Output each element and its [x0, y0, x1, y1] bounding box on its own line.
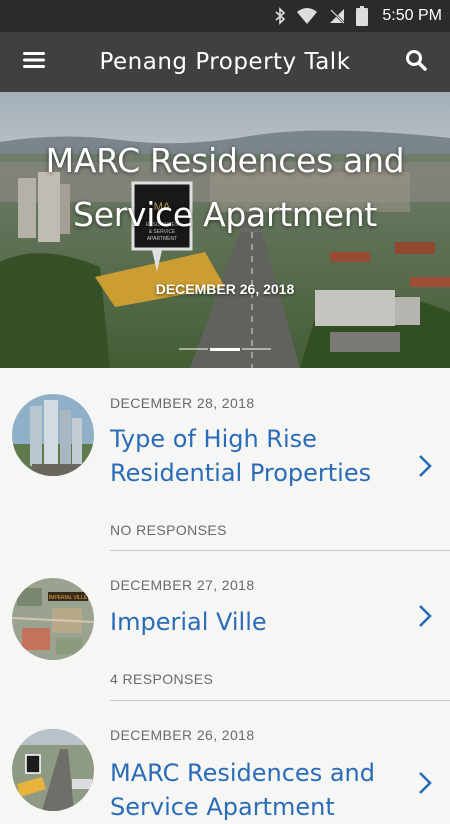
bluetooth-icon	[274, 7, 286, 25]
status-bar: 5:50 PM	[0, 0, 450, 32]
chevron-right-icon[interactable]	[418, 771, 432, 800]
slide-dot-2[interactable]	[210, 348, 240, 351]
menu-button[interactable]	[0, 32, 68, 92]
search-icon	[405, 49, 427, 76]
thumb-label: IMPERIAL VILLE	[49, 595, 88, 601]
post-thumbnail	[12, 729, 94, 811]
hero-title: MARC Residences and Service Apartment	[45, 141, 405, 234]
post-list: DECEMBER 28, 2018 Type of High Rise Resi…	[0, 368, 450, 821]
list-item[interactable]: IMPERIAL VILLE DECEMBER 27, 2018 Imperia…	[0, 551, 450, 701]
slide-dot-3[interactable]	[241, 348, 271, 350]
post-title[interactable]: MARC Residences and Service Apartment	[110, 756, 400, 824]
post-thumbnail	[12, 394, 94, 476]
post-responses[interactable]: 4 RESPONSES	[110, 671, 213, 687]
app-title: Penang Property Talk	[99, 49, 351, 75]
status-time: 5:50 PM	[382, 7, 442, 24]
post-responses[interactable]: NO RESPONSES	[110, 522, 227, 538]
battery-icon	[356, 6, 369, 26]
slider-indicator	[178, 348, 272, 352]
post-title[interactable]: Imperial Ville	[110, 589, 400, 639]
search-button[interactable]	[382, 32, 450, 92]
hamburger-menu-icon	[23, 51, 45, 74]
post-title-text[interactable]: Imperial Ville	[110, 605, 400, 639]
slide-dot-1[interactable]	[179, 348, 209, 350]
list-item[interactable]: DECEMBER 26, 2018 MARC Residences and Se…	[0, 701, 450, 821]
chevron-right-icon[interactable]	[418, 454, 432, 483]
hero-date: DECEMBER 26, 2018	[155, 281, 295, 297]
featured-post-slider[interactable]: MA RESIDENCES & SERVICE APARTMENT MARC R…	[0, 92, 450, 368]
post-date: DECEMBER 26, 2018	[110, 727, 255, 743]
post-title[interactable]: Type of High Rise Residential Properties	[110, 422, 400, 490]
app-bar: Penang Property Talk	[0, 32, 450, 92]
wifi-icon	[296, 7, 318, 25]
list-item[interactable]: DECEMBER 28, 2018 Type of High Rise Resi…	[0, 368, 450, 551]
no-signal-icon	[328, 7, 346, 25]
chevron-right-icon[interactable]	[418, 604, 432, 633]
post-thumbnail: IMPERIAL VILLE	[12, 578, 94, 660]
post-date: DECEMBER 28, 2018	[110, 395, 255, 411]
